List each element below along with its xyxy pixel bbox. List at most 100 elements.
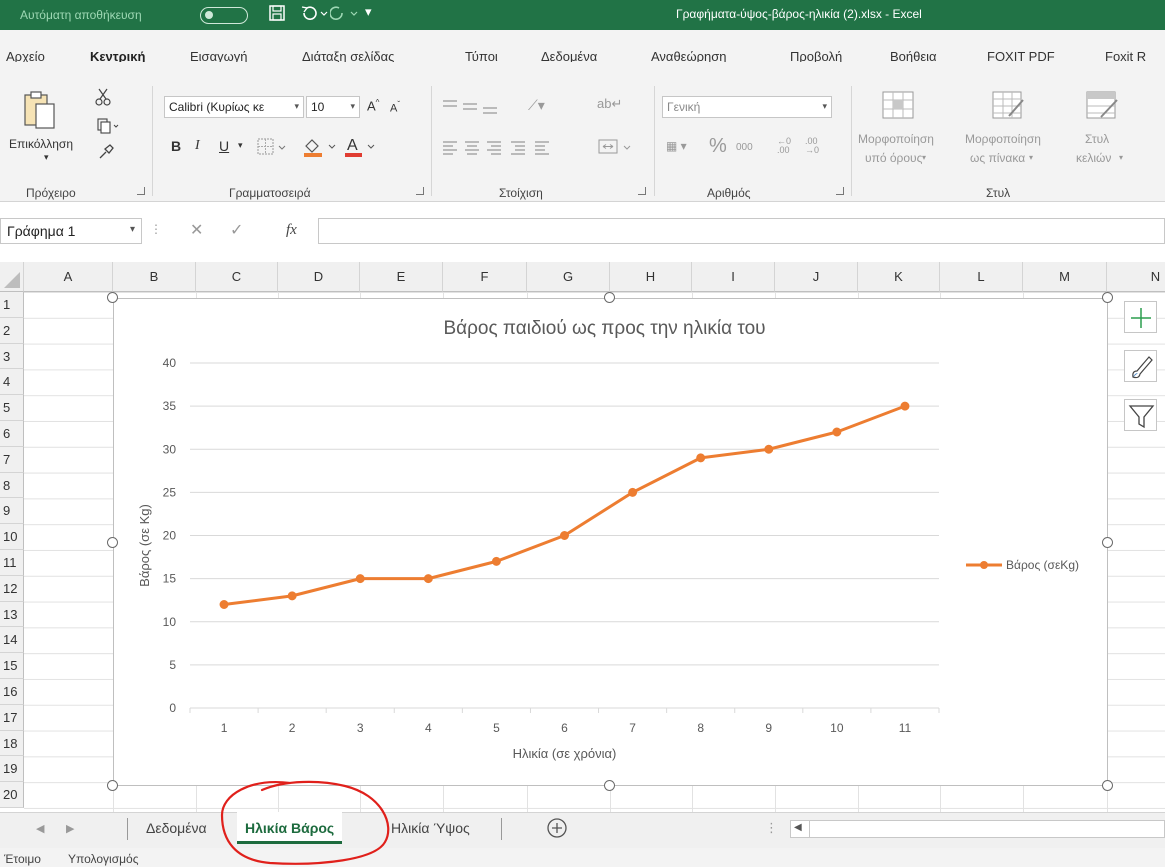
autosave-toggle[interactable] xyxy=(200,7,248,24)
wrap-text-icon[interactable]: ab↵ xyxy=(597,96,622,112)
scroll-tabs-right-icon[interactable]: ▶ xyxy=(66,822,74,835)
format-as-table-label-1[interactable]: Μορφοποίηση xyxy=(965,132,1041,146)
underline-button[interactable]: U xyxy=(219,138,229,154)
format-as-table-icon[interactable] xyxy=(991,90,1027,123)
accounting-format-icon[interactable]: ▦ ▾ xyxy=(666,139,687,153)
row-header-16[interactable]: 16 xyxy=(0,679,24,705)
underline-dropdown-caret[interactable]: ▾ xyxy=(238,140,243,151)
column-header-a[interactable]: A xyxy=(24,262,113,292)
enter-icon[interactable]: ✓ xyxy=(230,220,243,240)
column-header-c[interactable]: C xyxy=(196,262,278,292)
increase-font-icon[interactable]: A^ xyxy=(367,98,379,113)
cell-styles-label-2[interactable]: κελιών xyxy=(1076,151,1111,165)
column-header-i[interactable]: I xyxy=(692,262,775,292)
horizontal-scrollbar[interactable]: ◀ xyxy=(790,820,1165,838)
paste-icon[interactable] xyxy=(22,90,58,137)
percent-style-button[interactable]: % xyxy=(709,135,727,158)
decrease-decimal-icon[interactable]: .00 →0 xyxy=(805,137,819,155)
font-color-icon[interactable]: A xyxy=(343,134,379,161)
format-as-table-label-2[interactable]: ως πίνακα xyxy=(970,151,1025,165)
italic-button[interactable]: I xyxy=(195,138,200,154)
column-header-d[interactable]: D xyxy=(278,262,360,292)
merge-center-icon[interactable] xyxy=(598,138,638,159)
column-header-l[interactable]: L xyxy=(940,262,1023,292)
font-name-select[interactable]: Calibri (Κυρίως κε ▾ xyxy=(164,96,304,118)
customize-quick-access-icon[interactable]: ▾ xyxy=(365,4,372,20)
row-header-6[interactable]: 6 xyxy=(0,421,24,447)
conditional-formatting-label-2[interactable]: υπό όρους xyxy=(865,151,922,165)
align-left-icon[interactable] xyxy=(441,140,586,159)
resize-handle[interactable] xyxy=(107,292,118,303)
insert-function-button[interactable]: fx xyxy=(286,222,297,239)
row-header-4[interactable]: 4 xyxy=(0,369,24,396)
row-header-10[interactable]: 10 xyxy=(0,524,24,550)
decrease-font-icon[interactable]: Aˇ xyxy=(390,100,400,115)
resize-handle[interactable] xyxy=(1102,780,1113,791)
column-header-k[interactable]: K xyxy=(858,262,940,292)
sheet-tab-age-height[interactable]: Ηλικία Ύψος xyxy=(383,812,478,844)
row-header-17[interactable]: 17 xyxy=(0,704,24,731)
undo-icon[interactable] xyxy=(300,4,328,27)
orientation-icon[interactable]: ⟋▾ xyxy=(528,97,545,114)
top-align-icon[interactable] xyxy=(441,98,515,119)
line-chart[interactable]: Βάρος παιδιού ως προς την ηλικία του 0 5 10… xyxy=(113,298,1108,786)
number-launcher-icon[interactable] xyxy=(836,187,844,195)
column-header-n[interactable]: N xyxy=(1107,262,1165,292)
row-header-14[interactable]: 14 xyxy=(0,627,24,654)
conditional-formatting-icon[interactable] xyxy=(881,90,915,123)
sheet-tab-data[interactable]: Δεδομένα xyxy=(138,812,215,844)
column-header-h[interactable]: H xyxy=(610,262,692,292)
name-box[interactable]: Γράφημα 1 ▾ xyxy=(0,218,142,244)
column-header-b[interactable]: B xyxy=(113,262,196,292)
row-header-1[interactable]: 1 xyxy=(0,292,24,318)
scroll-left-icon[interactable]: ◀ xyxy=(794,822,802,833)
column-header-j[interactable]: J xyxy=(775,262,858,292)
increase-decimal-icon[interactable]: ←0.00 xyxy=(777,137,791,155)
select-all-corner[interactable] xyxy=(0,262,24,292)
sheet-tab-age-weight[interactable]: Ηλικία Βάρος xyxy=(237,812,343,844)
clipboard-launcher-icon[interactable] xyxy=(137,187,145,195)
font-launcher-icon[interactable] xyxy=(416,187,424,195)
format-painter-icon[interactable] xyxy=(97,143,115,164)
save-icon[interactable] xyxy=(268,4,286,27)
chart-styles-button[interactable] xyxy=(1124,350,1157,382)
formula-input[interactable] xyxy=(318,218,1165,244)
row-header-12[interactable]: 12 xyxy=(0,575,24,602)
resize-handle[interactable] xyxy=(604,292,615,303)
paste-label[interactable]: Επικόλληση xyxy=(9,137,73,151)
resize-handle[interactable] xyxy=(107,537,118,548)
comma-style-button[interactable]: 000 xyxy=(736,142,753,153)
alignment-launcher-icon[interactable] xyxy=(638,187,646,195)
cancel-icon[interactable]: ✕ xyxy=(190,220,203,240)
borders-icon[interactable] xyxy=(257,138,287,159)
conditional-formatting-label-1[interactable]: Μορφοποίηση xyxy=(858,132,934,146)
row-header-15[interactable]: 15 xyxy=(0,653,24,679)
number-format-select[interactable]: Γενική ▾ xyxy=(662,96,832,118)
resize-handle[interactable] xyxy=(604,780,615,791)
column-header-g[interactable]: G xyxy=(527,262,610,292)
row-header-3[interactable]: 3 xyxy=(0,343,24,370)
row-header-7[interactable]: 7 xyxy=(0,446,24,473)
resize-handle[interactable] xyxy=(1102,537,1113,548)
row-header-5[interactable]: 5 xyxy=(0,395,24,421)
redo-icon[interactable] xyxy=(329,4,358,27)
row-header-19[interactable]: 19 xyxy=(0,756,24,783)
copy-icon[interactable] xyxy=(97,118,119,137)
split-handle-icon[interactable]: ⋮ xyxy=(765,820,778,836)
column-header-e[interactable]: E xyxy=(360,262,443,292)
more-options-icon[interactable]: ⋮ xyxy=(150,222,162,236)
scroll-tabs-left-icon[interactable]: ◀ xyxy=(36,822,44,835)
row-header-18[interactable]: 18 xyxy=(0,730,24,757)
add-sheet-icon[interactable] xyxy=(546,817,568,842)
chart-elements-button[interactable] xyxy=(1124,301,1157,333)
resize-handle[interactable] xyxy=(1102,292,1113,303)
column-header-m[interactable]: M xyxy=(1023,262,1107,292)
bold-button[interactable]: B xyxy=(171,138,181,154)
paste-dropdown-caret[interactable]: ▾ xyxy=(44,152,49,163)
row-header-8[interactable]: 8 xyxy=(0,472,24,499)
resize-handle[interactable] xyxy=(107,780,118,791)
fill-color-icon[interactable] xyxy=(302,136,338,161)
row-header-2[interactable]: 2 xyxy=(0,317,24,344)
column-header-f[interactable]: F xyxy=(443,262,527,292)
cell-styles-label-1[interactable]: Στυλ xyxy=(1085,132,1109,146)
